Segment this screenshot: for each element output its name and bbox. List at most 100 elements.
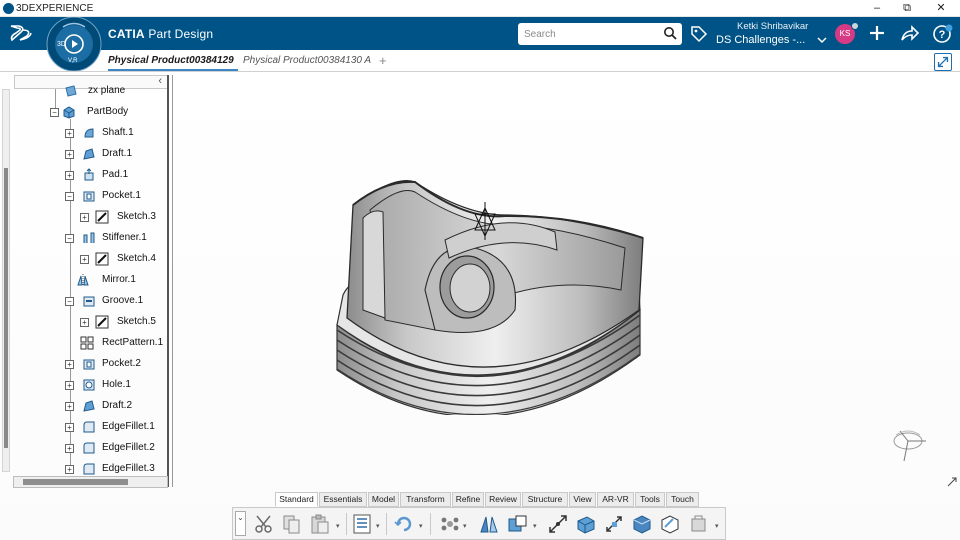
tab-physical-product-00384129[interactable]: Physical Product00384129 (108, 55, 238, 66)
collapse-arrow-icon[interactable]: ‹ (158, 75, 162, 87)
cube-icon[interactable] (631, 513, 653, 535)
transform-icon[interactable] (659, 513, 681, 535)
paste-icon[interactable] (309, 513, 331, 535)
tree-node-label: EdgeFillet.1 (102, 421, 155, 432)
tree-panel-splitter[interactable] (167, 75, 173, 487)
tab-standard[interactable]: Standard (275, 492, 318, 507)
tab-transform[interactable]: Transform (400, 492, 451, 507)
tree-vertical-scrollbar[interactable] (2, 89, 10, 472)
expand-toggle[interactable]: + (80, 255, 89, 264)
tree-node-label: Mirror.1 (102, 274, 136, 285)
add-icon[interactable] (868, 24, 886, 42)
tools-options-caret[interactable]: ▾ (715, 522, 719, 530)
action-bar-toggle[interactable]: ⌄ (235, 511, 246, 536)
tag-icon[interactable] (690, 25, 708, 43)
help-icon[interactable]: ? (932, 24, 954, 44)
mirror-icon (77, 274, 89, 286)
expand-toggle[interactable]: + (65, 150, 74, 159)
tree-node-label: EdgeFillet.3 (102, 463, 155, 474)
measure-icon[interactable] (603, 513, 625, 535)
tab-physical-product-00384130[interactable]: Physical Product00384130 A (243, 55, 371, 66)
scrollbar-thumb[interactable] (23, 479, 128, 485)
piston-3d-model[interactable] (325, 170, 650, 415)
expand-toggle[interactable]: + (65, 171, 74, 180)
tab-structure[interactable]: Structure (522, 492, 568, 507)
compass-3d-label: 3D (57, 41, 66, 48)
close-button[interactable]: ✕ (926, 0, 956, 17)
tree-node-label: EdgeFillet.2 (102, 442, 155, 453)
resize-handle-icon[interactable] (946, 476, 958, 488)
extract-options-caret[interactable]: ▾ (533, 522, 537, 530)
action-bar: ⌄ ▾ ▾ ▾ ▾ ▾ ▾ (232, 507, 726, 540)
app-module-name: Part Design (148, 27, 214, 41)
svg-text:?: ? (939, 29, 946, 41)
expand-toggle[interactable]: + (65, 129, 74, 138)
mirror-tool-icon[interactable] (478, 513, 500, 535)
pad-icon (84, 168, 94, 181)
expand-toggle[interactable]: + (65, 444, 74, 453)
presence-icon (851, 22, 859, 30)
pocket-icon (83, 359, 95, 370)
expand-toggle[interactable]: + (80, 213, 89, 222)
orientation-axis-icon[interactable] (886, 423, 932, 465)
tab-refine[interactable]: Refine (452, 492, 484, 507)
tab-model[interactable]: Model (368, 492, 399, 507)
user-name[interactable]: Ketki Shribavikar (737, 21, 808, 32)
pattern-options-caret[interactable]: ▾ (463, 522, 467, 530)
tab-review[interactable]: Review (485, 492, 521, 507)
collab-space-name[interactable]: DS Challenges -... (716, 34, 805, 46)
stiffener-icon (83, 232, 95, 243)
extract-icon[interactable] (507, 513, 529, 535)
translate-icon[interactable] (547, 513, 569, 535)
tools-icon[interactable] (688, 513, 710, 535)
fillet-icon (83, 463, 95, 475)
active-tab-indicator (108, 69, 238, 71)
restore-button[interactable]: ⧉ (892, 0, 922, 17)
copy-icon[interactable] (281, 513, 303, 535)
cut-icon[interactable] (253, 513, 275, 535)
collapse-toggle[interactable]: − (65, 234, 74, 243)
expand-toggle[interactable]: + (65, 381, 74, 390)
tree-node-label: Groove.1 (102, 295, 144, 306)
expand-toggle[interactable]: + (65, 360, 74, 369)
tab-ar-vr[interactable]: AR-VR (597, 492, 634, 507)
tree-node-label: zx plane (88, 85, 126, 96)
dassault-logo-icon[interactable] (8, 22, 34, 44)
properties-icon[interactable] (351, 513, 373, 535)
pattern-tool-icon[interactable] (439, 513, 461, 535)
expand-toggle[interactable]: + (65, 465, 74, 474)
collapse-toggle[interactable]: − (65, 297, 74, 306)
minimize-button[interactable]: – (862, 0, 892, 17)
chevron-down-icon[interactable] (817, 36, 827, 44)
sketch-icon (95, 210, 109, 224)
sketch-icon (95, 252, 109, 266)
tree-node-label: RectPattern.1 (102, 337, 164, 348)
share-icon[interactable] (900, 24, 920, 42)
search-input[interactable] (524, 26, 654, 42)
compass-widget[interactable]: 3D V,R (45, 17, 103, 71)
search-icon[interactable] (663, 26, 677, 40)
tab-tools[interactable]: Tools (635, 492, 665, 507)
tree-horizontal-scrollbar[interactable] (13, 476, 168, 488)
expand-toggle[interactable]: + (65, 402, 74, 411)
update-icon[interactable] (393, 513, 415, 535)
expand-toggle[interactable]: + (80, 318, 89, 327)
collapse-toggle[interactable]: − (65, 192, 74, 201)
tree-node-label: Stiffener.1 (102, 232, 147, 243)
tab-view[interactable]: View (569, 492, 596, 507)
properties-options-caret[interactable]: ▾ (376, 522, 380, 530)
add-tab-button[interactable]: + (379, 53, 387, 68)
scrollbar-thumb[interactable] (4, 168, 8, 448)
expand-toggle[interactable]: + (65, 423, 74, 432)
search-box[interactable] (518, 23, 682, 45)
fillet-icon (83, 421, 95, 433)
paste-options-caret[interactable]: ▾ (336, 522, 340, 530)
tree-node-label: Sketch.5 (117, 316, 156, 327)
update-options-caret[interactable]: ▾ (419, 522, 423, 530)
box-icon[interactable] (575, 513, 597, 535)
expand-icon[interactable] (934, 53, 952, 71)
groove-icon (83, 296, 95, 307)
tab-touch[interactable]: Touch (666, 492, 699, 507)
tab-essentials[interactable]: Essentials (319, 492, 367, 507)
collapse-toggle[interactable]: − (50, 108, 59, 117)
